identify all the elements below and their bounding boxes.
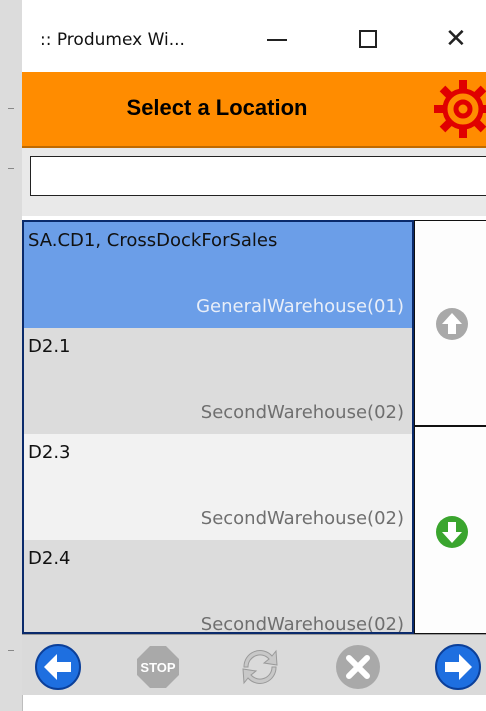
arrow-down-icon — [436, 516, 468, 548]
location-code: D2.3 — [28, 442, 71, 463]
list-item[interactable]: SA.CD1, CrossDockForSales GeneralWarehou… — [24, 222, 412, 328]
page-header: Select a Location — [22, 72, 486, 148]
frame-tick — [8, 650, 14, 651]
search-row — [22, 148, 486, 216]
list-item[interactable]: D2.1 SecondWarehouse(02) — [24, 328, 412, 434]
location-list[interactable]: SA.CD1, CrossDockForSales GeneralWarehou… — [22, 220, 414, 634]
location-code: D2.1 — [28, 336, 71, 357]
window-title: :: Produmex Wi... — [40, 30, 185, 50]
close-button[interactable]: ✕ — [435, 20, 475, 60]
arrow-left-icon — [35, 644, 81, 690]
location-warehouse: SecondWarehouse(02) — [200, 614, 404, 634]
search-input[interactable] — [30, 156, 486, 196]
list-item[interactable]: D2.3 SecondWarehouse(02) — [24, 434, 412, 540]
close-icon: ✕ — [445, 24, 467, 54]
back-button[interactable] — [34, 643, 82, 691]
frame-tick — [8, 168, 14, 169]
host-window-frame — [0, 0, 23, 711]
arrow-right-icon — [435, 644, 481, 690]
location-warehouse: SecondWarehouse(02) — [200, 402, 404, 423]
stop-icon: STOP — [137, 646, 179, 688]
stop-button[interactable]: STOP — [134, 643, 182, 691]
footer-toolbar: STOP — [22, 634, 486, 695]
list-item[interactable]: D2.4 SecondWarehouse(02) — [24, 540, 412, 634]
list-scroll-controls — [414, 220, 486, 634]
scroll-up-button[interactable] — [414, 220, 486, 426]
page-title: Select a Location — [126, 95, 308, 120]
stop-label: STOP — [140, 660, 175, 675]
title-bar[interactable]: :: Produmex Wi... ✕ — [22, 0, 486, 72]
scroll-down-button[interactable] — [414, 426, 486, 634]
refresh-icon — [242, 649, 278, 685]
location-warehouse: SecondWarehouse(02) — [200, 508, 404, 529]
app-window: :: Produmex Wi... ✕ Select a Location SA… — [22, 0, 486, 695]
location-code: D2.4 — [28, 548, 71, 569]
arrow-up-icon — [436, 308, 468, 340]
cancel-icon — [336, 645, 380, 689]
location-code: SA.CD1, CrossDockForSales — [28, 230, 278, 251]
frame-tick — [8, 108, 14, 109]
next-button[interactable] — [434, 643, 482, 691]
location-warehouse: GeneralWarehouse(01) — [196, 296, 404, 317]
minimize-button[interactable] — [257, 20, 297, 60]
cancel-button[interactable] — [334, 643, 382, 691]
gear-icon[interactable] — [432, 78, 486, 140]
maximize-button[interactable] — [347, 20, 387, 60]
refresh-button[interactable] — [236, 643, 284, 691]
